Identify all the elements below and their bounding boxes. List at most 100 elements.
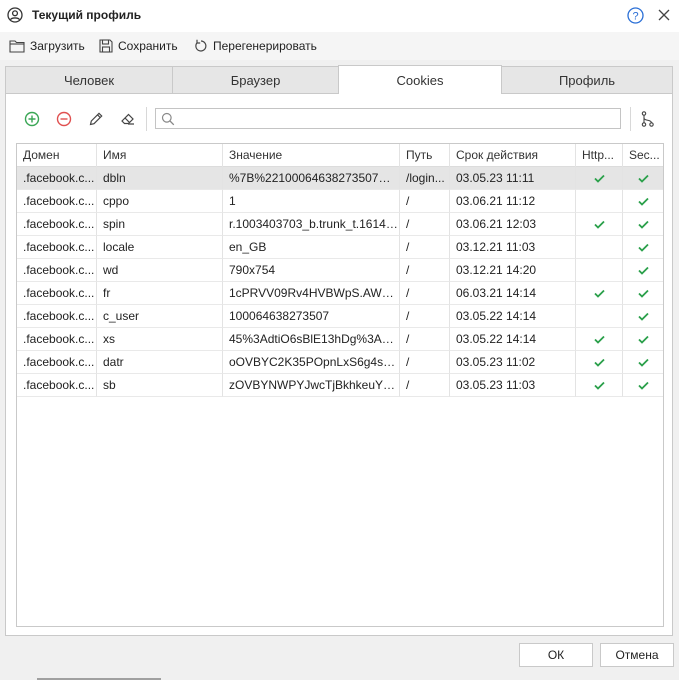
- cell-name: spin: [97, 213, 223, 236]
- checkmark-icon: [593, 221, 605, 230]
- eraser-icon[interactable]: [119, 110, 137, 128]
- table-row[interactable]: .facebook.c...fr1cPRVV09Rv4HVBWpS.AWWfXo…: [17, 282, 663, 305]
- cell-domain: .facebook.c...: [17, 282, 97, 305]
- search-box[interactable]: [155, 108, 621, 129]
- help-icon[interactable]: ?: [627, 7, 644, 24]
- cell-httponly: [576, 374, 623, 397]
- load-button[interactable]: Загрузить: [9, 36, 85, 56]
- cell-expires: 03.12.21 11:03: [450, 236, 576, 259]
- cell-secure: [623, 167, 663, 190]
- svg-text:?: ?: [632, 11, 638, 23]
- column-header-value[interactable]: Значение: [223, 144, 400, 167]
- edit-pencil-icon[interactable]: [87, 110, 105, 128]
- cell-httponly: [576, 328, 623, 351]
- table-row[interactable]: .facebook.c... dbln %7B%2210006463827350​7…: [17, 167, 663, 190]
- cell-path: /: [400, 328, 450, 351]
- cell-domain: .facebook.c...: [17, 351, 97, 374]
- cell-name: wd: [97, 259, 223, 282]
- cell-value: r.1003403703_b.trunk_t.16149...: [223, 213, 400, 236]
- checkmark-icon: [637, 290, 649, 299]
- column-header-httponly[interactable]: Http...: [576, 144, 623, 167]
- column-header-domain[interactable]: Домен: [17, 144, 97, 167]
- tab-cookies[interactable]: Cookies: [338, 65, 502, 94]
- cell-domain: .facebook.c...: [17, 305, 97, 328]
- checkmark-icon: [593, 382, 605, 391]
- cell-name: xs: [97, 328, 223, 351]
- table-row[interactable]: .facebook.c... xs 45%3AdtiO6sBlE13hDg%3A2%…: [17, 328, 663, 351]
- checkmark-icon: [637, 313, 649, 322]
- table-row[interactable]: .facebook.c... sb zOVBYNWPYJwcTjBkhkeuYh5B…: [17, 374, 663, 397]
- table-row[interactable]: .facebook.c... cppo 1/03.06.21 11:12: [17, 190, 663, 213]
- cell-value: en_GB: [223, 236, 400, 259]
- cell-path: /: [400, 374, 450, 397]
- cell-secure: [623, 259, 663, 282]
- checkmark-icon: [593, 336, 605, 345]
- tab-profile[interactable]: Профиль: [501, 66, 673, 93]
- cell-value: 100064638273507: [223, 305, 400, 328]
- save-label: Сохранить: [118, 39, 178, 53]
- cell-httponly: [576, 167, 623, 190]
- cell-name: sb: [97, 374, 223, 397]
- cell-secure: [623, 236, 663, 259]
- cell-value: 790x754: [223, 259, 400, 282]
- cell-httponly: [576, 259, 623, 282]
- table-row[interactable]: .facebook.c... wd 790x754/03.12.21 14:20: [17, 259, 663, 282]
- cell-name: locale: [97, 236, 223, 259]
- checkmark-icon: [637, 198, 649, 207]
- cell-expires: 06.03.21 14:14: [450, 282, 576, 305]
- checkmark-icon: [637, 382, 649, 391]
- column-header-path[interactable]: Путь: [400, 144, 450, 167]
- tab-bar: Человек Браузер Cookies Профиль: [5, 65, 673, 94]
- cookies-table: Домен Имя Значение Путь Срок действия Ht…: [16, 143, 664, 627]
- toolbar-separator: [630, 107, 631, 131]
- table-row[interactable]: .facebook.c... c_user 100064638273507/03.0…: [17, 305, 663, 328]
- cell-httponly: [576, 236, 623, 259]
- table-row[interactable]: .facebook.c... spin r.1003403703_b.trunk_t…: [17, 213, 663, 236]
- cell-httponly: [576, 351, 623, 374]
- cell-secure: [623, 282, 663, 305]
- load-label: Загрузить: [30, 39, 85, 53]
- save-icon: [99, 39, 113, 53]
- cell-path: /login...: [400, 167, 450, 190]
- cell-path: /: [400, 351, 450, 374]
- cell-value: 1: [223, 190, 400, 213]
- cell-httponly: [576, 305, 623, 328]
- table-row[interactable]: .facebook.c... locale en_GB/03.12.21 11:03: [17, 236, 663, 259]
- cell-path: /: [400, 282, 450, 305]
- cell-value: 1cPRVV09Rv4HVBWpS.AWWfXo...: [223, 282, 400, 305]
- regenerate-label: Перегенерировать: [213, 39, 317, 53]
- column-header-name[interactable]: Имя: [97, 144, 223, 167]
- cell-httponly: [576, 190, 623, 213]
- cell-value: %7B%2210006463827350​7%2...: [223, 167, 400, 190]
- ok-button[interactable]: ОК: [519, 643, 593, 667]
- cell-path: /: [400, 213, 450, 236]
- column-header-secure[interactable]: Sec...: [623, 144, 663, 167]
- add-cookie-icon[interactable]: [23, 110, 41, 128]
- tab-person[interactable]: Человек: [5, 66, 173, 93]
- cell-domain: .facebook.c...: [17, 236, 97, 259]
- branch-icon[interactable]: [639, 110, 657, 128]
- tab-browser[interactable]: Браузер: [172, 66, 339, 93]
- save-button[interactable]: Сохранить: [99, 36, 178, 56]
- toolbar-separator: [146, 107, 147, 131]
- table-row[interactable]: .facebook.c... datr oOVBYC2K35POpnLxS6g4sy…: [17, 351, 663, 374]
- column-header-expires[interactable]: Срок действия: [450, 144, 576, 167]
- cell-domain: .facebook.c...: [17, 259, 97, 282]
- cell-path: /: [400, 305, 450, 328]
- user-icon: [7, 7, 23, 23]
- search-input[interactable]: [178, 110, 614, 127]
- table-header: Домен Имя Значение Путь Срок действия Ht…: [17, 144, 663, 167]
- checkmark-icon: [593, 359, 605, 368]
- regenerate-button[interactable]: Перегенерировать: [194, 36, 317, 56]
- cell-expires: 03.12.21 14:20: [450, 259, 576, 282]
- remove-cookie-icon[interactable]: [55, 110, 73, 128]
- checkmark-icon: [637, 221, 649, 230]
- close-icon[interactable]: [657, 8, 671, 22]
- cell-domain: .facebook.c...: [17, 167, 97, 190]
- cell-secure: [623, 213, 663, 236]
- cancel-button[interactable]: Отмена: [600, 643, 674, 667]
- main-toolbar: Загрузить Сохранить Перегенерировать: [0, 32, 679, 60]
- search-icon: [161, 112, 175, 126]
- cell-path: /: [400, 236, 450, 259]
- cell-path: /: [400, 190, 450, 213]
